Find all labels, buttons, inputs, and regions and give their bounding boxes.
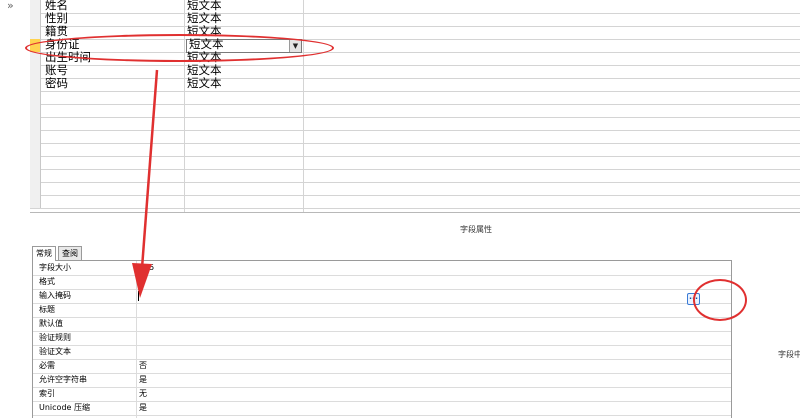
empty-row[interactable] [30, 156, 800, 170]
navigation-pane-strip[interactable]: » [0, 0, 22, 417]
property-name: 输入掩码 [39, 291, 71, 300]
empty-row[interactable] [30, 182, 800, 196]
row-selector[interactable] [30, 0, 41, 13]
property-row[interactable]: 索引 无 [33, 387, 731, 402]
row-selector[interactable] [30, 104, 41, 117]
property-value[interactable]: 是 [139, 402, 147, 414]
empty-row[interactable] [30, 143, 800, 157]
column-divider [184, 0, 185, 212]
property-row-focused[interactable]: 输入掩码 [33, 289, 731, 304]
field-properties-header: 字段属性 [460, 225, 492, 234]
property-row[interactable]: 验证规则 [33, 331, 731, 346]
property-name: 标题 [39, 305, 55, 314]
annotation-ellipse-builder [693, 279, 747, 321]
row-selector[interactable] [30, 117, 41, 130]
field-row[interactable]: 姓名 短文本 [30, 0, 800, 14]
field-name[interactable]: 密码 [45, 77, 68, 90]
property-row[interactable]: 标题 [33, 303, 731, 318]
expand-chevron-icon[interactable]: » [7, 0, 14, 12]
row-selector[interactable] [30, 78, 41, 91]
grid-bottom-border [30, 212, 800, 213]
field-row[interactable]: 账号 短文本 [30, 64, 800, 79]
row-selector[interactable] [30, 195, 41, 208]
row-selector[interactable] [30, 65, 41, 78]
property-value[interactable]: 255 [139, 262, 154, 274]
data-type[interactable]: 短文本 [187, 77, 222, 90]
property-row[interactable]: 验证文本 [33, 345, 731, 360]
property-row[interactable]: 允许空字符串 是 [33, 373, 731, 388]
empty-row[interactable] [30, 195, 800, 209]
field-row[interactable]: 性别 短文本 [30, 12, 800, 27]
property-row[interactable]: 默认值 [33, 317, 731, 332]
empty-row[interactable] [30, 117, 800, 131]
row-selector[interactable] [30, 169, 41, 182]
empty-row[interactable] [30, 91, 800, 105]
property-name: 字段大小 [39, 263, 71, 272]
property-row[interactable]: 必需 否 [33, 359, 731, 374]
row-selector[interactable] [30, 13, 41, 26]
property-name: 验证规则 [39, 333, 71, 342]
property-name: Unicode 压缩 [39, 403, 90, 412]
tab-general[interactable]: 常规 [32, 246, 56, 261]
row-selector[interactable] [30, 26, 41, 39]
property-name: 验证文本 [39, 347, 71, 356]
field-properties-panel: 字段大小 255 格式 输入掩码 标题 默认值 验证规则 验证文本 必需 否 允… [32, 260, 732, 418]
property-value[interactable]: 否 [139, 360, 147, 372]
column-divider [136, 261, 137, 418]
row-selector[interactable] [30, 91, 41, 104]
row-selector[interactable] [30, 182, 41, 195]
property-name: 默认值 [39, 319, 63, 328]
property-row[interactable]: 格式 [33, 275, 731, 290]
row-selector[interactable] [30, 130, 41, 143]
property-row[interactable]: 字段大小 255 [33, 261, 731, 276]
property-value[interactable]: 是 [139, 374, 147, 386]
help-text-truncated: 字段中 [778, 350, 800, 359]
annotation-ellipse-field [25, 34, 334, 62]
empty-row[interactable] [30, 169, 800, 183]
tab-lookup[interactable]: 查阅 [58, 246, 82, 260]
empty-row[interactable] [30, 130, 800, 144]
text-cursor [138, 291, 139, 301]
field-row[interactable]: 密码 短文本 [30, 77, 800, 92]
property-row[interactable]: Unicode 压缩 是 [33, 401, 731, 416]
row-selector[interactable] [30, 143, 41, 156]
property-value[interactable]: 无 [139, 388, 147, 400]
table-design-grid: 姓名 短文本 性别 短文本 籍贯 短文本 身份证 短文本 ▼ 出生时间 短文本 … [30, 0, 800, 220]
property-name: 索引 [39, 389, 55, 398]
property-name: 格式 [39, 277, 55, 286]
row-selector[interactable] [30, 156, 41, 169]
property-name: 必需 [39, 361, 55, 370]
empty-row[interactable] [30, 104, 800, 118]
property-name: 允许空字符串 [39, 375, 87, 384]
column-divider [303, 0, 304, 212]
